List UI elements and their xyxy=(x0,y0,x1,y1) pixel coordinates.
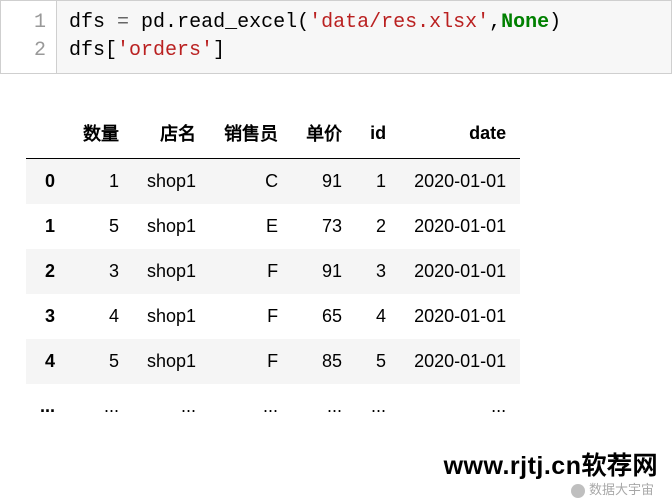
dataframe-table: 数量 店名 销售员 单价 id date 01shop1C9112020-01-… xyxy=(26,108,520,429)
cell-sales: F xyxy=(210,339,292,384)
cell-sales: F xyxy=(210,294,292,339)
ellipsis-cell: ... xyxy=(292,384,356,429)
code-token: , xyxy=(489,11,501,34)
watermark-sub: 数据大宇宙 xyxy=(571,479,654,498)
code-token: [ xyxy=(105,39,117,62)
cell-qty: 1 xyxy=(69,159,133,205)
ellipsis-cell: ... xyxy=(69,384,133,429)
row-index: 1 xyxy=(26,204,69,249)
cell-sales: C xyxy=(210,159,292,205)
code-token: read_excel xyxy=(177,11,297,34)
code-token: ( xyxy=(297,11,309,34)
cell-price: 91 xyxy=(292,159,356,205)
cell-id: 1 xyxy=(356,159,400,205)
table-row: 15shop1E7322020-01-01 xyxy=(26,204,520,249)
cell-id: 2 xyxy=(356,204,400,249)
code-token: . xyxy=(165,11,177,34)
ellipsis-cell: ... xyxy=(26,384,69,429)
cell-date: 2020-01-01 xyxy=(400,204,520,249)
cell-shop: shop1 xyxy=(133,294,210,339)
code-line-2: dfs['orders'] xyxy=(69,37,659,65)
cell-price: 91 xyxy=(292,249,356,294)
code-line-1: dfs = pd.read_excel('data/res.xlsx',None… xyxy=(69,9,659,37)
code-token: pd xyxy=(141,11,165,34)
ellipsis-cell: ... xyxy=(133,384,210,429)
watermark-icon xyxy=(571,484,585,498)
table-body: 01shop1C9112020-01-0115shop1E7322020-01-… xyxy=(26,159,520,430)
cell-id: 4 xyxy=(356,294,400,339)
col-header-qty: 数量 xyxy=(69,108,133,159)
row-index: 2 xyxy=(26,249,69,294)
cell-qty: 4 xyxy=(69,294,133,339)
cell-price: 73 xyxy=(292,204,356,249)
cell-sales: E xyxy=(210,204,292,249)
code-token: ] xyxy=(213,39,225,62)
col-header-id: id xyxy=(356,108,400,159)
cell-shop: shop1 xyxy=(133,339,210,384)
cell-id: 5 xyxy=(356,339,400,384)
code-token: = xyxy=(105,11,141,34)
index-header xyxy=(26,108,69,159)
cell-sales: F xyxy=(210,249,292,294)
cell-date: 2020-01-01 xyxy=(400,159,520,205)
code-token: 'data/res.xlsx' xyxy=(309,11,489,34)
code-token: ) xyxy=(549,11,561,34)
line-number: 2 xyxy=(1,37,46,65)
line-number-gutter: 1 2 xyxy=(1,1,57,73)
cell-shop: shop1 xyxy=(133,159,210,205)
col-header-date: date xyxy=(400,108,520,159)
row-index: 3 xyxy=(26,294,69,339)
ellipsis-cell: ... xyxy=(210,384,292,429)
cell-qty: 5 xyxy=(69,204,133,249)
code-token: dfs xyxy=(69,11,105,34)
row-index: 0 xyxy=(26,159,69,205)
watermark-main: www.rjtj.cn软荐网 xyxy=(444,446,658,482)
row-index: 4 xyxy=(26,339,69,384)
cell-qty: 3 xyxy=(69,249,133,294)
code-cell: 1 2 dfs = pd.read_excel('data/res.xlsx',… xyxy=(0,0,672,74)
code-area[interactable]: dfs = pd.read_excel('data/res.xlsx',None… xyxy=(57,1,671,73)
ellipsis-row: ..................... xyxy=(26,384,520,429)
line-number: 1 xyxy=(1,9,46,37)
ellipsis-cell: ... xyxy=(400,384,520,429)
col-header-price: 单价 xyxy=(292,108,356,159)
table-row: 23shop1F9132020-01-01 xyxy=(26,249,520,294)
code-token: None xyxy=(501,11,549,34)
col-header-sales: 销售员 xyxy=(210,108,292,159)
cell-shop: shop1 xyxy=(133,204,210,249)
table-row: 45shop1F8552020-01-01 xyxy=(26,339,520,384)
code-token: dfs xyxy=(69,39,105,62)
cell-price: 65 xyxy=(292,294,356,339)
code-token: 'orders' xyxy=(117,39,213,62)
cell-id: 3 xyxy=(356,249,400,294)
output-area: 数量 店名 销售员 单价 id date 01shop1C9112020-01-… xyxy=(0,74,672,429)
cell-date: 2020-01-01 xyxy=(400,249,520,294)
table-header: 数量 店名 销售员 单价 id date xyxy=(26,108,520,159)
cell-price: 85 xyxy=(292,339,356,384)
watermark-sub-text: 数据大宇宙 xyxy=(589,482,654,497)
cell-date: 2020-01-01 xyxy=(400,339,520,384)
ellipsis-cell: ... xyxy=(356,384,400,429)
cell-qty: 5 xyxy=(69,339,133,384)
cell-date: 2020-01-01 xyxy=(400,294,520,339)
col-header-shop: 店名 xyxy=(133,108,210,159)
table-row: 34shop1F6542020-01-01 xyxy=(26,294,520,339)
cell-shop: shop1 xyxy=(133,249,210,294)
table-row: 01shop1C9112020-01-01 xyxy=(26,159,520,205)
